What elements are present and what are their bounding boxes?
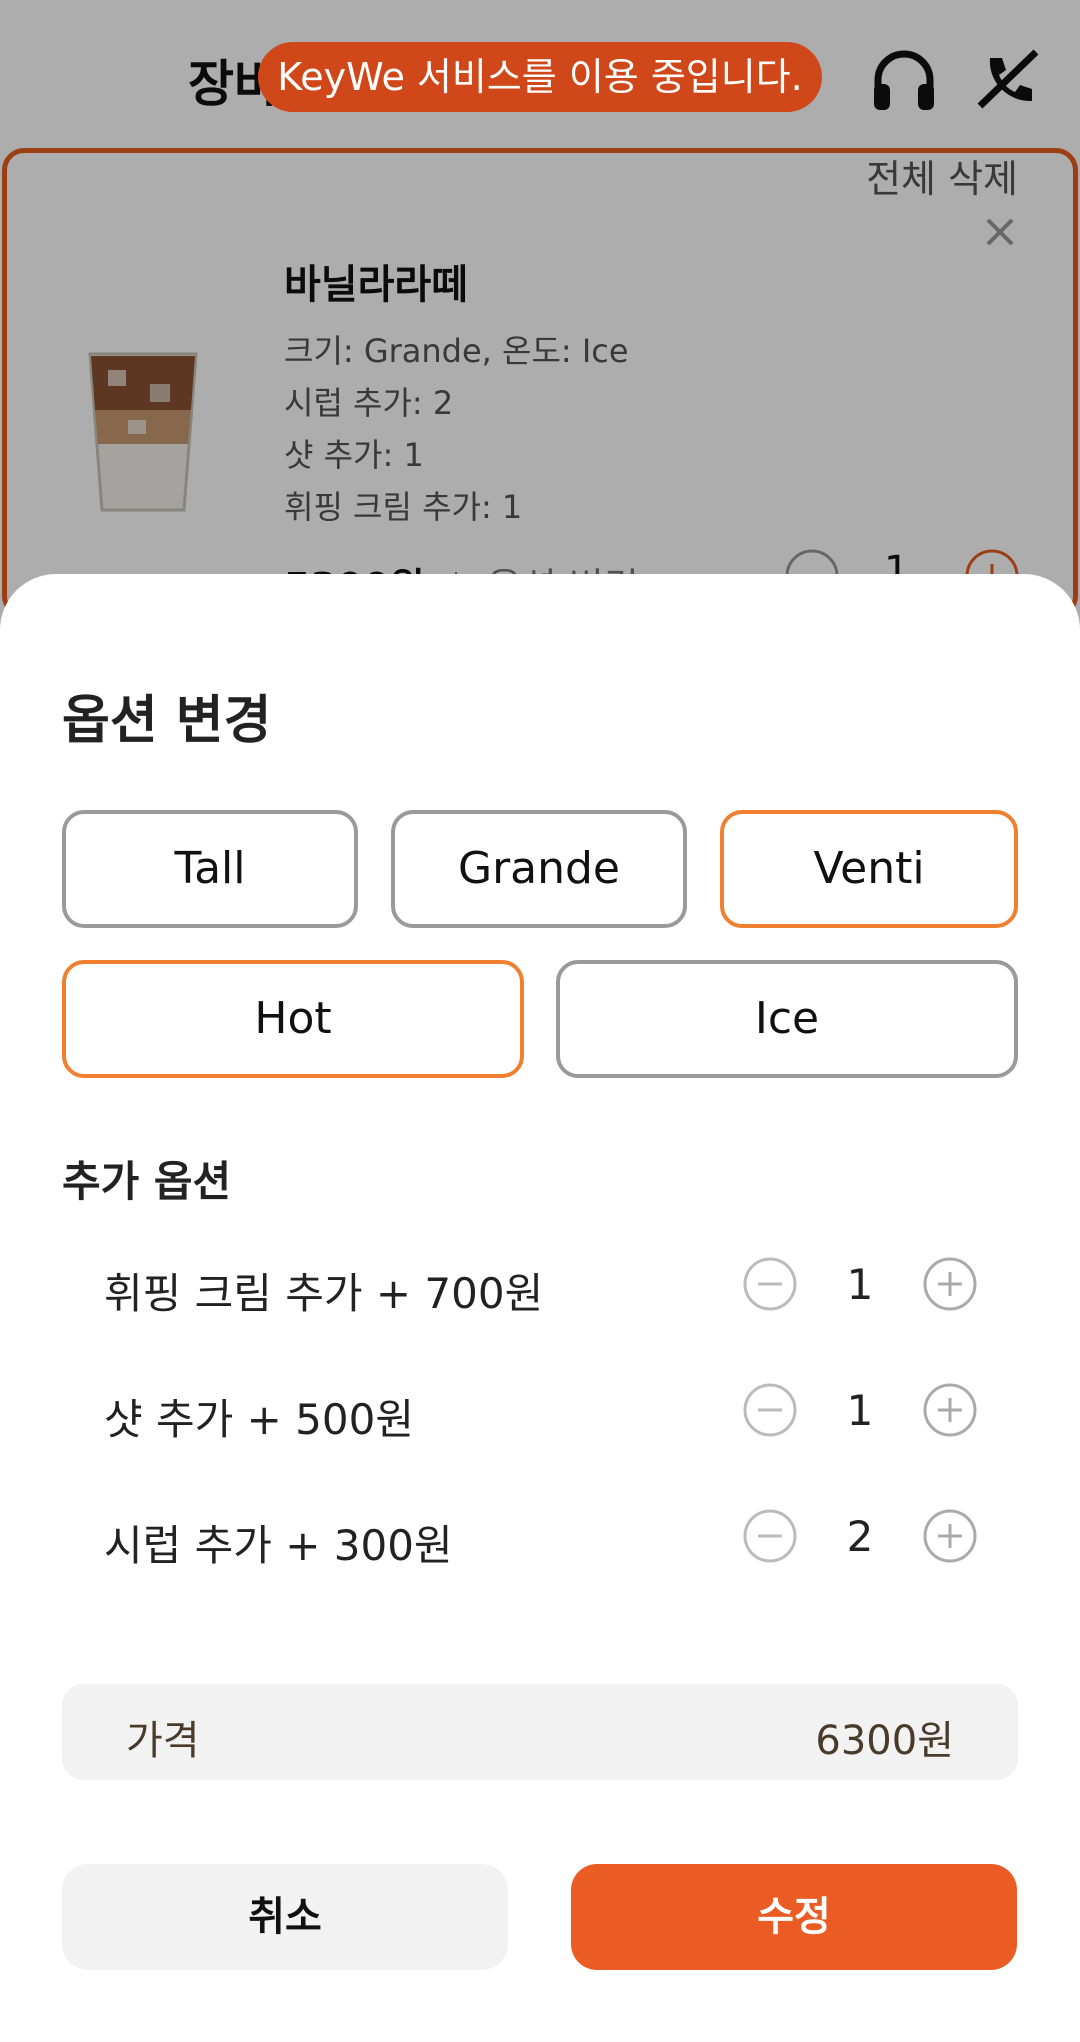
addon-section-title: 추가 옵션 <box>62 1157 232 1206</box>
service-toast: KeyWe 서비스를 이용 중입니다. <box>258 42 822 112</box>
addon-quantity: 1 <box>846 1260 874 1309</box>
price-value: 6300원 <box>815 1718 954 1764</box>
plus-icon[interactable] <box>922 1382 978 1438</box>
temperature-option-ice[interactable]: Ice <box>556 960 1018 1078</box>
size-option-grande[interactable]: Grande <box>391 810 687 928</box>
minus-icon[interactable] <box>742 1256 798 1312</box>
addon-label: 시럽 추가 + 300원 <box>104 1521 453 1570</box>
plus-icon[interactable] <box>922 1256 978 1312</box>
price-summary: 가격 6300원 <box>62 1684 1018 1780</box>
plus-icon[interactable] <box>922 1508 978 1564</box>
addon-quantity: 2 <box>846 1512 874 1561</box>
temperature-option-hot[interactable]: Hot <box>62 960 524 1078</box>
addon-label: 휘핑 크림 추가 + 700원 <box>104 1269 544 1318</box>
addon-row-whipped-cream: 휘핑 크림 추가 + 700원 1 <box>104 1244 1020 1324</box>
confirm-edit-button[interactable]: 수정 <box>571 1864 1017 1970</box>
screen: 장바구니 전체 삭제 <box>0 0 1080 2042</box>
addon-label: 샷 추가 + 500원 <box>104 1395 414 1444</box>
option-change-sheet: 옵션 변경 Tall Grande Venti Hot Ice 추가 옵션 휘핑… <box>0 574 1080 2042</box>
sheet-title: 옵션 변경 <box>62 691 272 751</box>
size-option-venti[interactable]: Venti <box>720 810 1018 928</box>
minus-icon[interactable] <box>742 1382 798 1438</box>
cancel-button[interactable]: 취소 <box>62 1864 508 1970</box>
addon-row-shot: 샷 추가 + 500원 1 <box>104 1370 1020 1450</box>
price-label: 가격 <box>126 1718 200 1764</box>
addon-quantity: 1 <box>846 1386 874 1435</box>
size-option-tall[interactable]: Tall <box>62 810 358 928</box>
minus-icon[interactable] <box>742 1508 798 1564</box>
addon-row-syrup: 시럽 추가 + 300원 2 <box>104 1496 1020 1576</box>
